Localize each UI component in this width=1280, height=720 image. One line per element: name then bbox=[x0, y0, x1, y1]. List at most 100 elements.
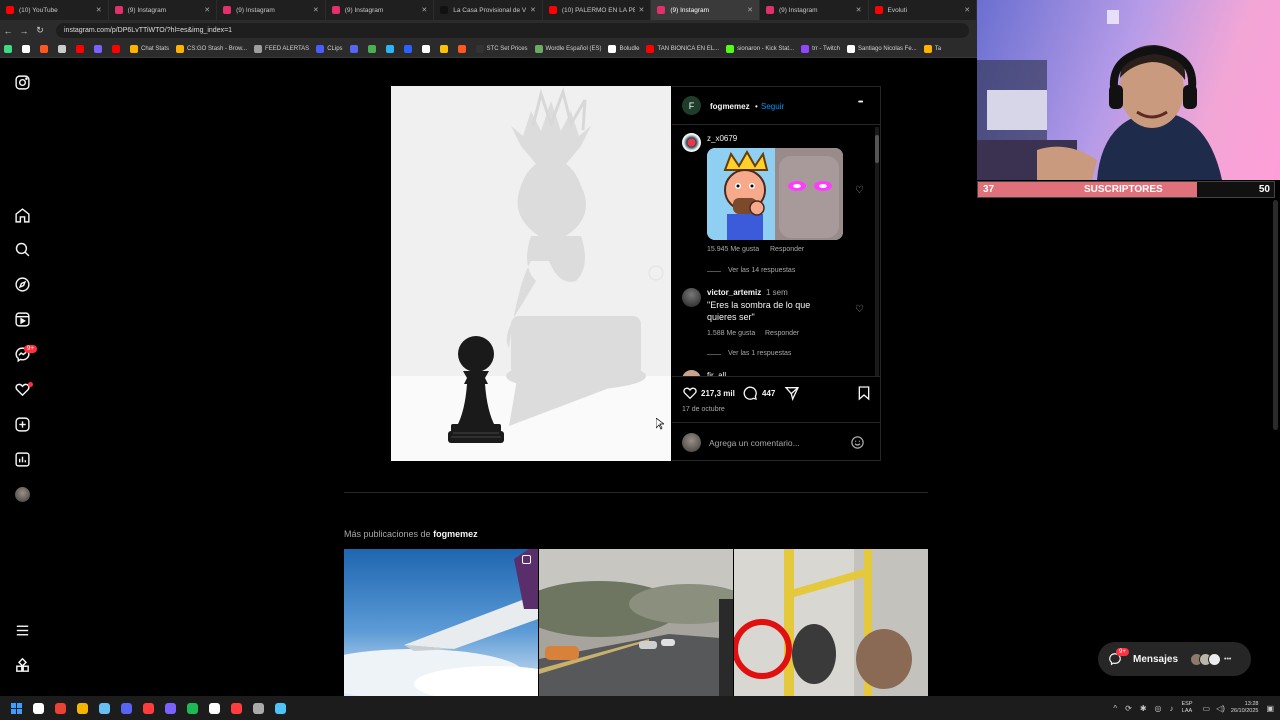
language-indicator[interactable]: ESP LAA bbox=[1182, 701, 1193, 715]
reply-button[interactable]: Responder bbox=[770, 246, 804, 253]
author-username[interactable]: fogmemez bbox=[710, 102, 750, 111]
forward-icon[interactable]: → bbox=[16, 26, 32, 36]
explore-icon[interactable] bbox=[12, 274, 33, 295]
bookmark-item[interactable] bbox=[94, 45, 105, 53]
browser-tab[interactable]: Evoluti ✕ bbox=[869, 0, 978, 20]
clock[interactable]: 13:28 26/10/2025 bbox=[1231, 701, 1259, 715]
bookmark-item[interactable] bbox=[367, 45, 379, 53]
reload-icon[interactable]: ↻ bbox=[32, 25, 48, 36]
bookmark-item[interactable]: STC Set Prices bbox=[475, 45, 528, 53]
close-tab-icon[interactable]: ✕ bbox=[964, 6, 970, 14]
emoji-icon[interactable] bbox=[850, 435, 865, 450]
bookmark-item[interactable] bbox=[385, 45, 397, 53]
more-options-icon[interactable]: ••• bbox=[858, 99, 863, 106]
like-icon[interactable] bbox=[682, 385, 698, 401]
browser-tab[interactable]: (9) Instagram ✕ bbox=[326, 0, 435, 20]
scrollbar-thumb[interactable] bbox=[875, 135, 879, 163]
share-icon[interactable] bbox=[784, 385, 800, 401]
bookmark-item[interactable] bbox=[58, 45, 69, 53]
bookmark-item[interactable]: Wordle Español (ES) bbox=[534, 45, 601, 53]
wifi-icon[interactable]: ▭ bbox=[1203, 704, 1211, 713]
browser-tab[interactable]: (9) Instagram ✕ bbox=[217, 0, 326, 20]
menu-icon[interactable] bbox=[12, 620, 33, 641]
bookmark-item[interactable]: TAN BIONICA EN EL... bbox=[646, 45, 719, 53]
bookmark-item[interactable] bbox=[76, 45, 87, 53]
volume-icon[interactable]: ◁) bbox=[1216, 704, 1225, 713]
back-icon[interactable]: ← bbox=[0, 26, 16, 36]
instagram-logo-icon[interactable] bbox=[12, 72, 33, 93]
close-tab-icon[interactable]: ✕ bbox=[530, 6, 536, 14]
tray-steam-icon[interactable]: ◎ bbox=[1155, 704, 1162, 713]
browser-tab[interactable]: (9) Instagram ✕ bbox=[651, 0, 760, 20]
start-icon[interactable] bbox=[5, 697, 27, 719]
tray-network-icon[interactable]: ⟳ bbox=[1125, 704, 1132, 713]
taskbar-app-icon[interactable] bbox=[203, 697, 225, 719]
create-icon[interactable] bbox=[12, 414, 33, 435]
taskbar-app-icon[interactable] bbox=[225, 697, 247, 719]
close-tab-icon[interactable]: ✕ bbox=[421, 6, 427, 14]
threads-apps-icon[interactable] bbox=[12, 655, 33, 676]
follow-button[interactable]: Seguir bbox=[761, 102, 784, 111]
reels-icon[interactable] bbox=[12, 309, 33, 330]
view-replies-button[interactable]: Ver las 14 respuestas bbox=[728, 267, 795, 274]
search-icon[interactable] bbox=[12, 239, 33, 260]
profile-avatar[interactable] bbox=[12, 484, 33, 505]
bookmark-item[interactable] bbox=[349, 45, 361, 53]
bookmark-item[interactable]: Ta bbox=[923, 45, 941, 53]
comment-username[interactable]: victor_artemiz bbox=[707, 288, 761, 297]
post-thumbnail[interactable] bbox=[539, 549, 733, 696]
bookmark-item[interactable]: CLips bbox=[316, 45, 343, 53]
post-image[interactable] bbox=[391, 86, 671, 461]
commenter-avatar[interactable] bbox=[682, 133, 701, 152]
save-icon[interactable] bbox=[856, 385, 872, 401]
bookmark-item[interactable] bbox=[457, 45, 469, 53]
bookmark-item[interactable] bbox=[439, 45, 451, 53]
bookmark-item[interactable]: sionaron - Kick Stat... bbox=[726, 45, 794, 53]
notifications-center-icon[interactable]: ▣ bbox=[1266, 704, 1274, 713]
taskbar-app-icon[interactable] bbox=[71, 697, 93, 719]
post-thumbnail[interactable] bbox=[344, 549, 538, 696]
browser-tab[interactable]: (9) Instagram ✕ bbox=[109, 0, 218, 20]
comment-icon[interactable] bbox=[742, 385, 758, 401]
messages-button[interactable]: 9+ Mensajes ••• bbox=[1098, 642, 1251, 676]
page-scrollbar[interactable] bbox=[1273, 200, 1278, 430]
close-tab-icon[interactable]: ✕ bbox=[747, 6, 753, 14]
view-replies-button[interactable]: Ver las 1 respuestas bbox=[728, 350, 791, 357]
bookmark-item[interactable]: Chat Stats bbox=[130, 45, 169, 53]
close-tab-icon[interactable]: ✕ bbox=[96, 6, 102, 14]
taskbar-app-icon[interactable] bbox=[137, 697, 159, 719]
reply-button[interactable]: Responder bbox=[765, 330, 799, 337]
comment-username[interactable]: z_x0679 bbox=[707, 134, 737, 143]
browser-tab[interactable]: (9) Instagram ✕ bbox=[760, 0, 869, 20]
bookmark-item[interactable] bbox=[22, 45, 33, 53]
browser-tab[interactable]: La Casa Provisional de Veget... ✕ bbox=[434, 0, 543, 20]
close-tab-icon[interactable]: ✕ bbox=[313, 6, 319, 14]
dashboard-icon[interactable] bbox=[12, 449, 33, 470]
author-avatar[interactable]: F bbox=[682, 96, 701, 115]
close-tab-icon[interactable]: ✕ bbox=[639, 6, 645, 14]
bookmark-item[interactable] bbox=[403, 45, 415, 53]
taskbar-app-icon[interactable] bbox=[49, 697, 71, 719]
taskbar-app-icon[interactable] bbox=[181, 697, 203, 719]
close-tab-icon[interactable]: ✕ bbox=[204, 6, 210, 14]
browser-tab[interactable]: (10) PALERMO EN LA PERA -... ✕ bbox=[543, 0, 652, 20]
comment-count[interactable]: 447 bbox=[762, 389, 775, 398]
bookmark-item[interactable]: FEED ALERTAS bbox=[254, 45, 309, 53]
tray-bluetooth-icon[interactable]: ✱ bbox=[1140, 704, 1147, 713]
taskbar-app-icon[interactable] bbox=[269, 697, 291, 719]
browser-tab[interactable]: (10) YouTube ✕ bbox=[0, 0, 109, 20]
close-tab-icon[interactable]: ✕ bbox=[856, 6, 862, 14]
like-comment-icon[interactable]: ♡ bbox=[855, 304, 864, 315]
home-icon[interactable] bbox=[12, 205, 33, 226]
bookmark-item[interactable] bbox=[421, 45, 433, 53]
bookmark-item[interactable]: Santiago Nicolas Fe... bbox=[846, 45, 917, 53]
bookmark-item[interactable] bbox=[112, 45, 123, 53]
add-comment-input[interactable]: Agrega un comentario... bbox=[709, 438, 800, 448]
taskbar-app-icon[interactable] bbox=[93, 697, 115, 719]
bookmark-item[interactable]: CS:GO Stash - Brow... bbox=[176, 45, 247, 53]
taskbar-app-icon[interactable] bbox=[247, 697, 269, 719]
taskbar-app-icon[interactable] bbox=[159, 697, 181, 719]
taskbar-app-icon[interactable] bbox=[115, 697, 137, 719]
commenter-avatar[interactable] bbox=[682, 288, 701, 307]
address-bar[interactable]: instagram.com/p/DP6LvTTiWTO/?hl=es&img_i… bbox=[56, 23, 969, 38]
